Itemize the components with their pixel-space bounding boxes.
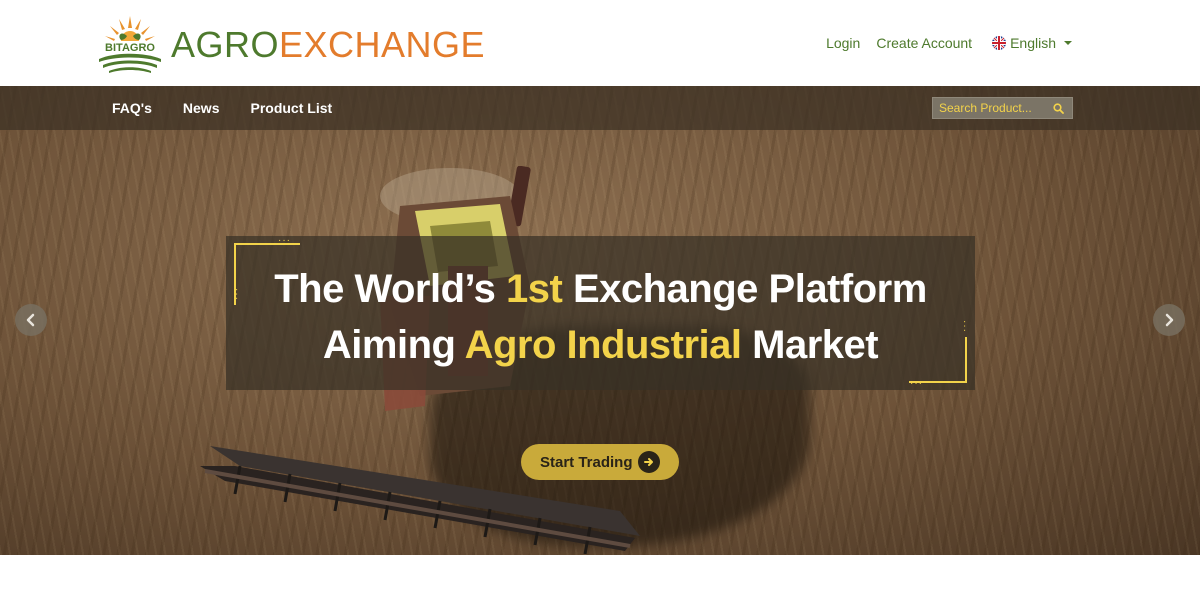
headline-line2-text-b: Market (741, 323, 879, 367)
uk-flag-icon (992, 36, 1007, 50)
carousel-next-button[interactable] (1153, 304, 1185, 336)
headline-line1-text-a: The World’s (274, 267, 507, 311)
headline-line2-text-a: Aiming (322, 323, 465, 367)
chevron-down-icon (1064, 41, 1072, 45)
arrow-circle-right-icon (638, 451, 660, 473)
top-header: BITAGRO AGROEXCHANGE Login Create Accoun… (0, 0, 1200, 86)
start-trading-button[interactable]: Start Trading (521, 444, 679, 480)
frame-dots-top: ··· (278, 235, 291, 246)
headline-line-2: Aiming Agro Industrial Market (322, 323, 879, 367)
carousel-prev-button[interactable] (15, 304, 47, 336)
page-content-area (0, 555, 1200, 615)
logo-mark-text: BITAGRO (105, 42, 155, 54)
login-link[interactable]: Login (826, 35, 860, 51)
site-logo[interactable]: BITAGRO AGROEXCHANGE (97, 14, 485, 76)
create-account-link[interactable]: Create Account (876, 35, 972, 51)
brand-name-exchange: EXCHANGE (279, 24, 486, 65)
main-nav: FAQ's News Product List (0, 86, 1200, 130)
nav-item-news[interactable]: News (183, 100, 220, 116)
bitagro-logo-icon: BITAGRO (99, 16, 161, 73)
headline-line1-highlight: 1st (506, 267, 563, 311)
search-box (932, 97, 1073, 119)
hero-headline: The World’s 1st Exchange Platform Aiming… (226, 261, 975, 373)
language-label: English (1010, 35, 1056, 51)
headline-line-1: The World’s 1st Exchange Platform (274, 267, 927, 311)
nav-item-product-list[interactable]: Product List (250, 100, 332, 116)
brand-name-agro: AGRO (171, 24, 280, 65)
chevron-right-icon (1165, 313, 1174, 327)
hero-banner: FAQ's News Product List ··· ··· ··· ··· … (0, 86, 1200, 555)
headline-line1-text-b: Exchange Platform (562, 267, 927, 311)
brand-name: AGROEXCHANGE (171, 24, 485, 66)
start-trading-label: Start Trading (540, 453, 633, 471)
language-selector[interactable]: English (992, 35, 1072, 51)
search-icon (1052, 102, 1064, 114)
hero-headline-box: ··· ··· ··· ··· The World’s 1st Exchange… (226, 235, 975, 390)
frame-dots-bottom: ··· (910, 378, 923, 389)
search-input[interactable] (933, 101, 1045, 115)
chevron-left-icon (26, 313, 35, 327)
account-links: Login Create Account English (826, 35, 1072, 51)
search-button[interactable] (1045, 98, 1071, 118)
nav-item-faqs[interactable]: FAQ's (112, 100, 152, 116)
headline-line2-highlight: Agro Industrial (464, 323, 742, 367)
